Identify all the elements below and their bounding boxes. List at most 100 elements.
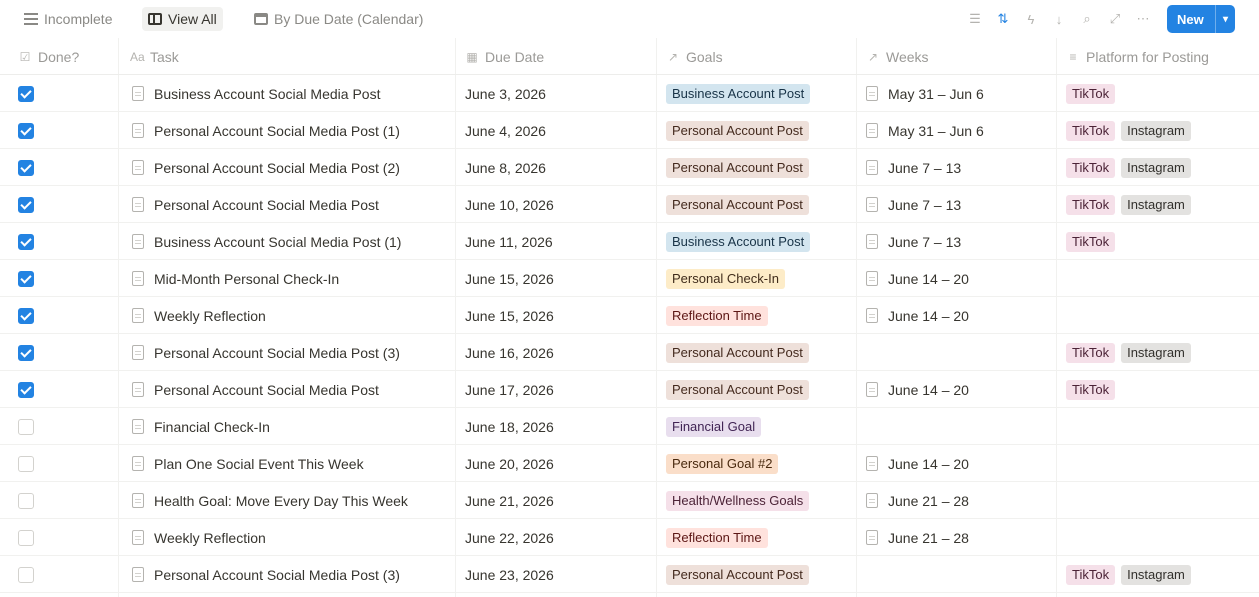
link-icon[interactable]: ⤢ bbox=[1101, 10, 1129, 28]
goal-cell[interactable]: Financial Goal bbox=[666, 408, 767, 445]
table-row[interactable]: Weekly Reflection June 22, 2026 Reflection… bbox=[0, 519, 1259, 556]
done-checkbox[interactable] bbox=[18, 85, 34, 102]
table-row[interactable]: Personal Account Social Media Post (2) Ju… bbox=[0, 149, 1259, 186]
done-checkbox[interactable] bbox=[18, 566, 34, 583]
platform-cell[interactable]: TikTok bbox=[1066, 371, 1121, 408]
goal-cell[interactable]: Personal Goal #2 bbox=[666, 445, 784, 482]
due-date-cell[interactable]: June 23, 2026 bbox=[465, 556, 554, 593]
platform-cell[interactable]: TikTok bbox=[1066, 75, 1121, 112]
platform-cell[interactable]: TikTok Instagram bbox=[1066, 112, 1197, 149]
table-row[interactable]: Personal Account Social Media Post (3) Ju… bbox=[0, 334, 1259, 371]
due-date-cell[interactable]: June 15, 2026 bbox=[465, 260, 554, 297]
view-tab-view-all[interactable]: View All bbox=[142, 7, 223, 31]
due-date-cell[interactable]: June 10, 2026 bbox=[465, 186, 554, 223]
column-header-weeks[interactable]: ↗ Weeks bbox=[866, 38, 929, 75]
week-cell[interactable]: June 7 – 13 bbox=[866, 186, 961, 223]
week-cell[interactable]: June 21 – 28 bbox=[866, 482, 969, 519]
task-cell[interactable]: Personal Account Social Media Post (3) bbox=[132, 556, 450, 593]
platform-cell[interactable]: TikTok bbox=[1066, 223, 1121, 260]
task-cell[interactable]: Health Goal: Move Every Day This Week bbox=[132, 482, 450, 519]
week-cell[interactable]: June 14 – 20 bbox=[866, 297, 969, 334]
table-row[interactable]: Personal Account Social Media Post June 1… bbox=[0, 186, 1259, 223]
task-cell[interactable]: Weekly Reflection bbox=[132, 519, 450, 556]
goal-cell[interactable]: Business Account Post bbox=[666, 75, 816, 112]
due-date-cell[interactable]: June 17, 2026 bbox=[465, 371, 554, 408]
task-cell[interactable]: Personal Account Social Media Post (1) bbox=[132, 112, 450, 149]
table-row[interactable]: Plan One Social Event This Week June 20, … bbox=[0, 445, 1259, 482]
task-cell[interactable]: Weekly Reflection bbox=[132, 297, 450, 334]
search-icon[interactable]: ⌕ bbox=[1073, 10, 1101, 28]
platform-cell[interactable]: TikTok Instagram bbox=[1066, 334, 1197, 371]
goal-cell[interactable]: Reflection Time bbox=[666, 519, 774, 556]
due-date-cell[interactable]: June 20, 2026 bbox=[465, 445, 554, 482]
task-cell[interactable]: Mid-Month Personal Check-In bbox=[132, 260, 450, 297]
goal-cell[interactable]: Personal Account Post bbox=[666, 371, 815, 408]
task-cell[interactable]: Personal Account Social Media Post (2) bbox=[132, 149, 450, 186]
table-row[interactable]: Mid-Month Personal Check-In June 15, 2026… bbox=[0, 260, 1259, 297]
goal-cell[interactable]: Personal Account Post bbox=[666, 334, 815, 371]
column-header-task[interactable]: Aa Task bbox=[130, 38, 179, 75]
task-cell[interactable]: Personal Account Social Media Post bbox=[132, 371, 450, 408]
new-button[interactable]: New ▾ bbox=[1167, 5, 1235, 33]
due-date-cell[interactable]: June 16, 2026 bbox=[465, 334, 554, 371]
lightning-icon[interactable]: ϟ bbox=[1017, 10, 1045, 28]
done-checkbox[interactable] bbox=[18, 492, 34, 509]
table-row[interactable]: Business Account Social Media Post June 3… bbox=[0, 75, 1259, 112]
table-row[interactable]: Personal Account Social Media Post June 1… bbox=[0, 371, 1259, 408]
week-cell[interactable]: June 7 – 13 bbox=[866, 223, 961, 260]
task-cell[interactable]: Business Account Social Media Post bbox=[132, 75, 450, 112]
done-checkbox[interactable] bbox=[18, 529, 34, 546]
goal-cell[interactable]: Personal Account Post bbox=[666, 556, 815, 593]
table-row[interactable]: Personal Account Social Media Post (3) Ju… bbox=[0, 556, 1259, 593]
chevron-down-icon[interactable]: ▾ bbox=[1216, 14, 1235, 25]
table-row[interactable]: Business Account Social Media Post (1) Ju… bbox=[0, 223, 1259, 260]
platform-cell[interactable]: TikTok Instagram bbox=[1066, 149, 1197, 186]
due-date-cell[interactable]: June 18, 2026 bbox=[465, 408, 554, 445]
done-checkbox[interactable] bbox=[18, 196, 34, 213]
done-checkbox[interactable] bbox=[18, 270, 34, 287]
goal-cell[interactable]: Business Account Post bbox=[666, 223, 816, 260]
due-date-cell[interactable]: June 15, 2026 bbox=[465, 297, 554, 334]
week-cell[interactable]: May 31 – Jun 6 bbox=[866, 112, 984, 149]
view-tab-incomplete[interactable]: Incomplete bbox=[18, 7, 118, 31]
expand-icon[interactable]: ⋯ bbox=[1129, 10, 1157, 28]
goal-cell[interactable]: Reflection Time bbox=[666, 297, 774, 334]
done-checkbox[interactable] bbox=[18, 418, 34, 435]
table-row[interactable]: Health Goal: Move Every Day This Week Jun… bbox=[0, 482, 1259, 519]
done-checkbox[interactable] bbox=[18, 344, 34, 361]
task-cell[interactable]: Personal Account Social Media Post (3) bbox=[132, 334, 450, 371]
goal-cell[interactable]: Personal Account Post bbox=[666, 149, 815, 186]
goal-cell[interactable]: Personal Account Post bbox=[666, 186, 815, 223]
sort-icon[interactable]: ⇅ bbox=[989, 10, 1017, 28]
week-cell[interactable]: May 31 – Jun 6 bbox=[866, 75, 984, 112]
done-checkbox[interactable] bbox=[18, 307, 34, 324]
column-header-platform[interactable]: ≡ Platform for Posting bbox=[1066, 38, 1208, 75]
view-tab-calendar[interactable]: By Due Date (Calendar) bbox=[248, 7, 429, 31]
table-row[interactable]: Personal Account Social Media Post (1) Ju… bbox=[0, 112, 1259, 149]
table-row[interactable]: Financial Check-In June 18, 2026 Financial… bbox=[0, 408, 1259, 445]
table-row[interactable]: Weekly Reflection June 15, 2026 Reflection… bbox=[0, 297, 1259, 334]
filter-icon[interactable]: ☰ bbox=[961, 10, 989, 28]
due-date-cell[interactable]: June 3, 2026 bbox=[465, 75, 546, 112]
column-header-due-date[interactable]: ▦ Due Date bbox=[465, 38, 544, 75]
done-checkbox[interactable] bbox=[18, 122, 34, 139]
goal-cell[interactable]: Health/Wellness Goals bbox=[666, 482, 815, 519]
task-cell[interactable]: Plan One Social Event This Week bbox=[132, 445, 450, 482]
task-cell[interactable]: Business Account Social Media Post (1) bbox=[132, 223, 450, 260]
due-date-cell[interactable]: June 4, 2026 bbox=[465, 112, 546, 149]
done-checkbox[interactable] bbox=[18, 455, 34, 472]
week-cell[interactable]: June 7 – 13 bbox=[866, 149, 961, 186]
column-header-done[interactable]: ☑ Done? bbox=[18, 38, 80, 75]
done-checkbox[interactable] bbox=[18, 381, 34, 398]
platform-cell[interactable]: TikTok Instagram bbox=[1066, 556, 1197, 593]
done-checkbox[interactable] bbox=[18, 233, 34, 250]
due-date-cell[interactable]: June 21, 2026 bbox=[465, 482, 554, 519]
due-date-cell[interactable]: June 11, 2026 bbox=[465, 223, 553, 260]
week-cell[interactable]: June 14 – 20 bbox=[866, 260, 969, 297]
goal-cell[interactable]: Personal Account Post bbox=[666, 112, 815, 149]
platform-cell[interactable]: TikTok Instagram bbox=[1066, 186, 1197, 223]
task-cell[interactable]: Financial Check-In bbox=[132, 408, 450, 445]
week-cell[interactable]: June 14 – 20 bbox=[866, 445, 969, 482]
due-date-cell[interactable]: June 22, 2026 bbox=[465, 519, 554, 556]
goal-cell[interactable]: Personal Check-In bbox=[666, 260, 791, 297]
